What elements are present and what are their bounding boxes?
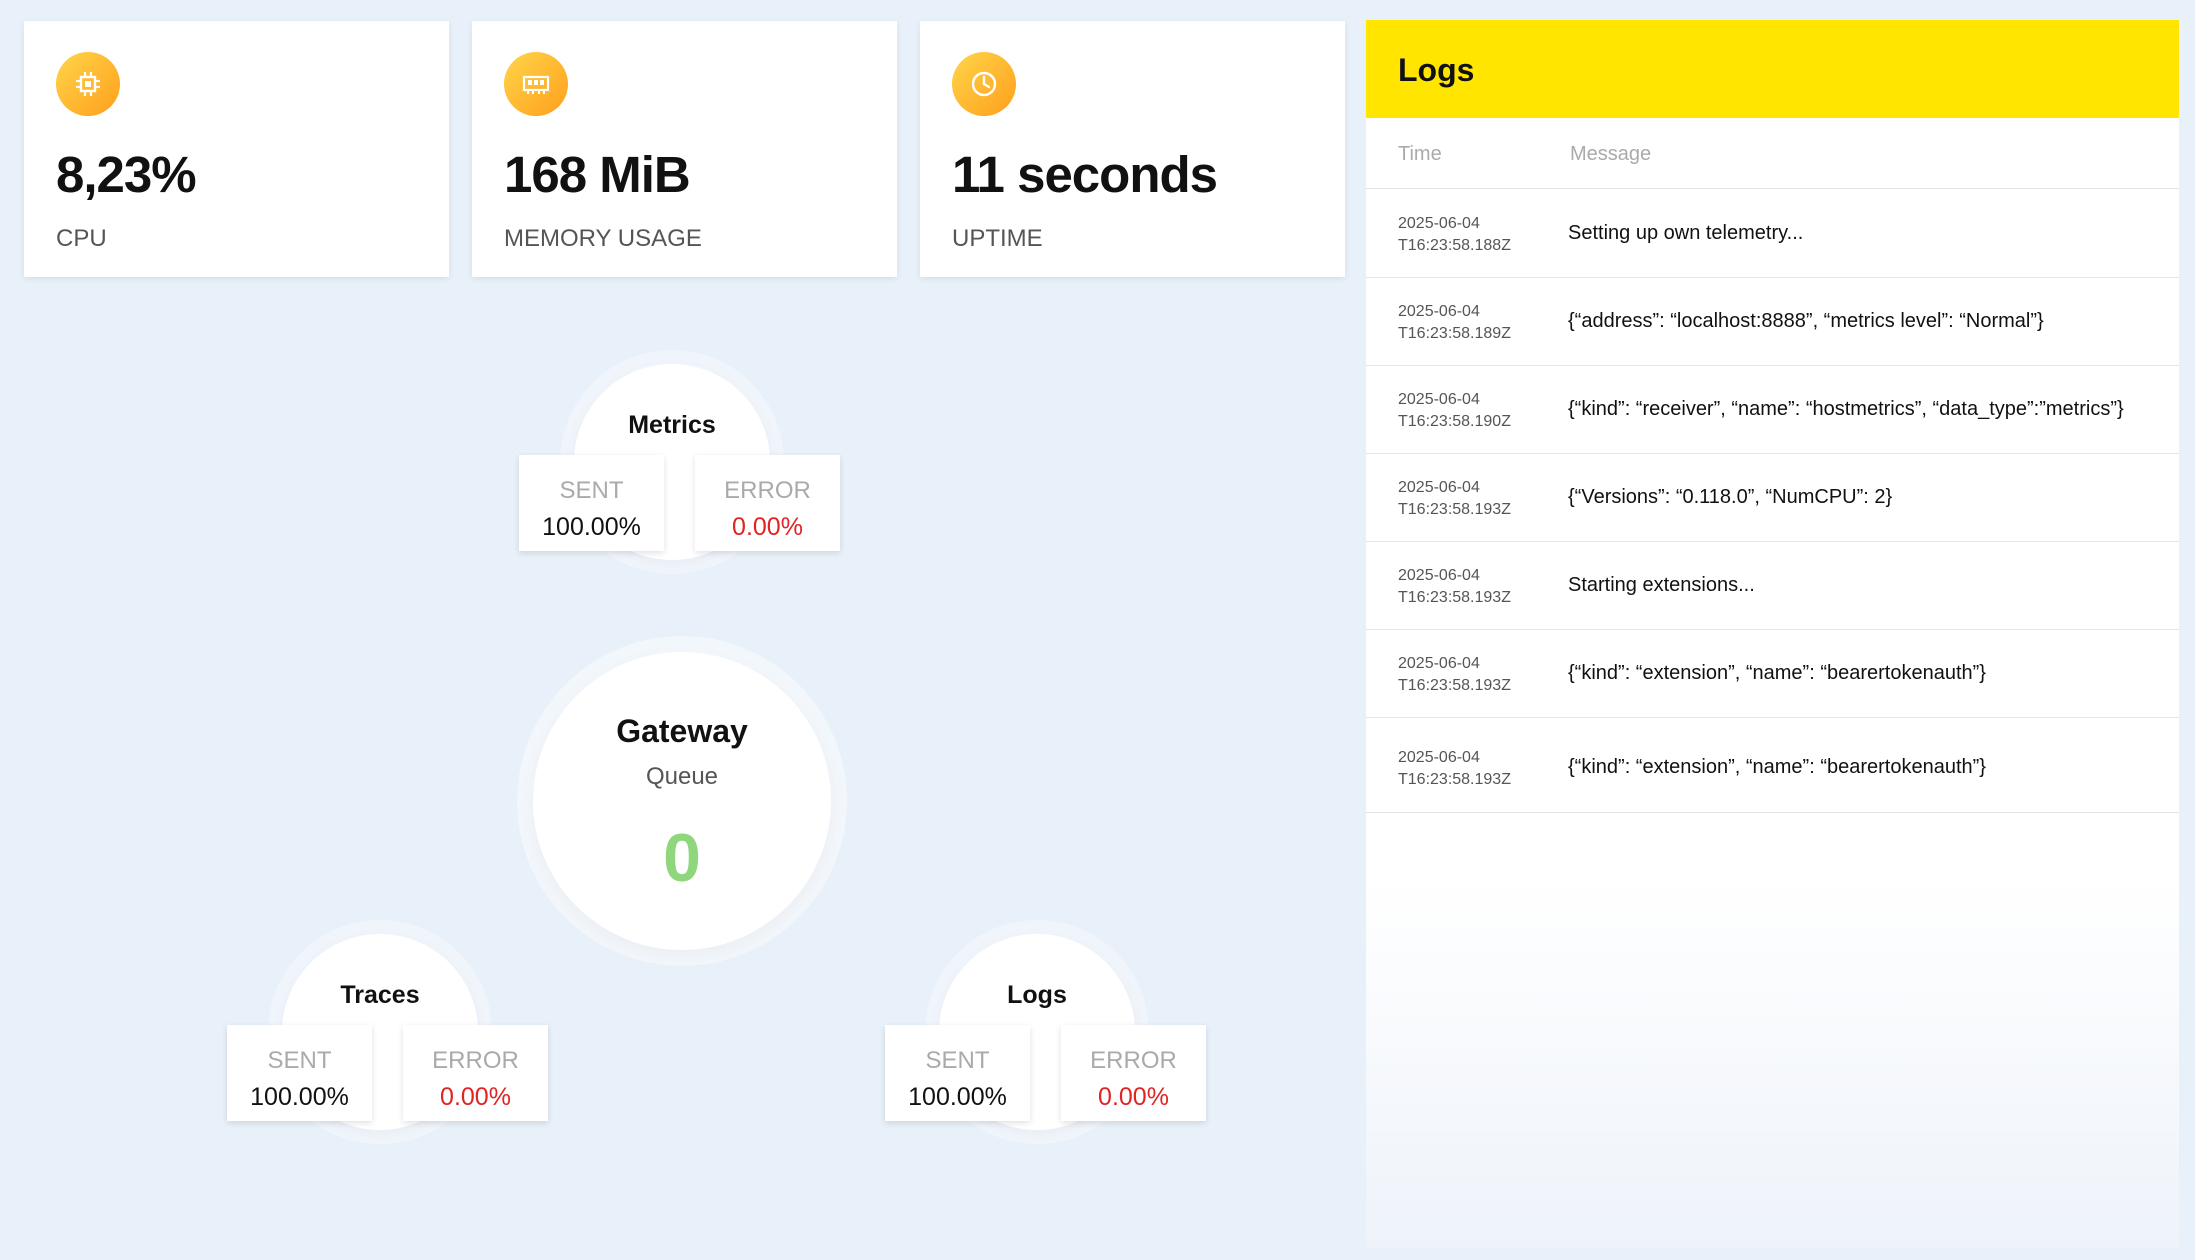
traces-error-label: ERROR: [432, 1047, 519, 1074]
log-timestamp: 2025-06-04 T16:23:58.190Z: [1398, 389, 1558, 433]
log-time: T16:23:58.193Z: [1398, 589, 1511, 606]
log-time: T16:23:58.188Z: [1398, 237, 1511, 254]
log-timestamp: 2025-06-04 T16:23:58.193Z: [1398, 653, 1558, 697]
log-date: 2025-06-04: [1398, 655, 1480, 672]
log-row[interactable]: 2025-06-04 T16:23:58.193Z {“Versions”: “0…: [1366, 453, 2179, 542]
traces-error-value: 0.00%: [440, 1083, 511, 1111]
log-timestamp: 2025-06-04 T16:23:58.188Z: [1398, 213, 1558, 257]
log-timestamp: 2025-06-04 T16:23:58.193Z: [1398, 747, 1558, 791]
logs-error-value: 0.00%: [1098, 1083, 1169, 1111]
log-message: {“kind”: “extension”, “name”: “bearertok…: [1568, 662, 1986, 684]
metrics-error-label: ERROR: [724, 477, 811, 504]
gateway-queue-value: 0: [663, 820, 701, 896]
memory-label: MEMORY USAGE: [504, 225, 702, 252]
log-message: {“Versions”: “0.118.0”, “NumCPU”: 2}: [1568, 486, 1893, 508]
metrics-sent-label: SENT: [559, 477, 624, 504]
logs-sent-value: 100.00%: [908, 1083, 1007, 1111]
log-time: T16:23:58.189Z: [1398, 325, 1511, 342]
log-timestamp: 2025-06-04 T16:23:58.189Z: [1398, 301, 1558, 345]
gateway-subtitle: Queue: [645, 763, 719, 790]
uptime-card: 11 seconds UPTIME: [920, 21, 1345, 277]
logs-error-label: ERROR: [1090, 1047, 1177, 1074]
metrics-error-value: 0.00%: [732, 513, 803, 541]
log-date: 2025-06-04: [1398, 215, 1480, 232]
log-date: 2025-06-04: [1398, 567, 1480, 584]
traces-node-title: Traces: [340, 981, 420, 1009]
message-column-header: Message: [1570, 143, 1652, 165]
log-message: {“kind”: “extension”, “name”: “bearertok…: [1568, 756, 1986, 778]
gateway-title: Gateway: [616, 713, 748, 749]
log-message: {“kind”: “receiver”, “name”: “hostmetric…: [1568, 398, 2124, 420]
clock-icon: [952, 52, 1016, 116]
memory-card: 168 MiB MEMORY USAGE: [472, 21, 897, 277]
time-column-header: Time: [1398, 143, 1442, 165]
log-date: 2025-06-04: [1398, 303, 1480, 320]
logs-table-header: Time Message: [1366, 118, 2179, 189]
log-timestamp: 2025-06-04 T16:23:58.193Z: [1398, 477, 1558, 521]
uptime-label: UPTIME: [952, 225, 1043, 252]
cpu-card: 8,23% CPU: [24, 21, 449, 277]
traces-sent-label: SENT: [267, 1047, 332, 1074]
log-row[interactable]: 2025-06-04 T16:23:58.193Z {“kind”: “exten…: [1366, 717, 2179, 813]
cpu-label: CPU: [56, 225, 107, 252]
logs-error-box: ERROR 0.00%: [1061, 1025, 1206, 1121]
metrics-error-box: ERROR 0.00%: [695, 455, 840, 551]
log-time: T16:23:58.193Z: [1398, 677, 1511, 694]
cpu-value: 8,23%: [56, 146, 197, 203]
log-time: T16:23:58.193Z: [1398, 501, 1511, 518]
traces-sent-box: SENT 100.00%: [227, 1025, 372, 1121]
logs-panel: Logs Time Message 2025-06-04 T16:23:58.18…: [1366, 20, 2179, 1248]
metrics-sent-value: 100.00%: [542, 513, 641, 541]
log-message: Setting up own telemetry...: [1568, 222, 1804, 244]
log-message: {“address”: “localhost:8888”, “metrics l…: [1568, 310, 2044, 332]
logs-sent-box: SENT 100.00%: [885, 1025, 1030, 1121]
metrics-sent-box: SENT 100.00%: [519, 455, 664, 551]
memory-icon: [504, 52, 568, 116]
log-date: 2025-06-04: [1398, 749, 1480, 766]
log-row[interactable]: 2025-06-04 T16:23:58.188Z Setting up own …: [1366, 189, 2179, 278]
logs-panel-title: Logs: [1398, 52, 1475, 88]
metrics-node-title: Metrics: [628, 411, 716, 439]
log-message: Starting extensions...: [1568, 574, 1755, 596]
traces-error-box: ERROR 0.00%: [403, 1025, 548, 1121]
gateway-node[interactable]: Gateway Queue 0: [533, 652, 831, 950]
logs-sent-label: SENT: [925, 1047, 990, 1074]
log-row[interactable]: 2025-06-04 T16:23:58.193Z Starting extens…: [1366, 541, 2179, 630]
logs-node-title: Logs: [1007, 981, 1067, 1009]
log-time: T16:23:58.190Z: [1398, 413, 1511, 430]
log-date: 2025-06-04: [1398, 479, 1480, 496]
log-time: T16:23:58.193Z: [1398, 771, 1511, 788]
log-row[interactable]: 2025-06-04 T16:23:58.190Z {“kind”: “recei…: [1366, 365, 2179, 454]
log-date: 2025-06-04: [1398, 391, 1480, 408]
cpu-icon: [56, 52, 120, 116]
log-timestamp: 2025-06-04 T16:23:58.193Z: [1398, 565, 1558, 609]
log-row[interactable]: 2025-06-04 T16:23:58.189Z {“address”: “lo…: [1366, 277, 2179, 366]
logs-panel-header: Logs: [1366, 20, 2179, 118]
log-row[interactable]: 2025-06-04 T16:23:58.193Z {“kind”: “exten…: [1366, 629, 2179, 718]
uptime-value: 11 seconds: [952, 146, 1218, 203]
memory-value: 168 MiB: [504, 146, 691, 203]
traces-sent-value: 100.00%: [250, 1083, 349, 1111]
